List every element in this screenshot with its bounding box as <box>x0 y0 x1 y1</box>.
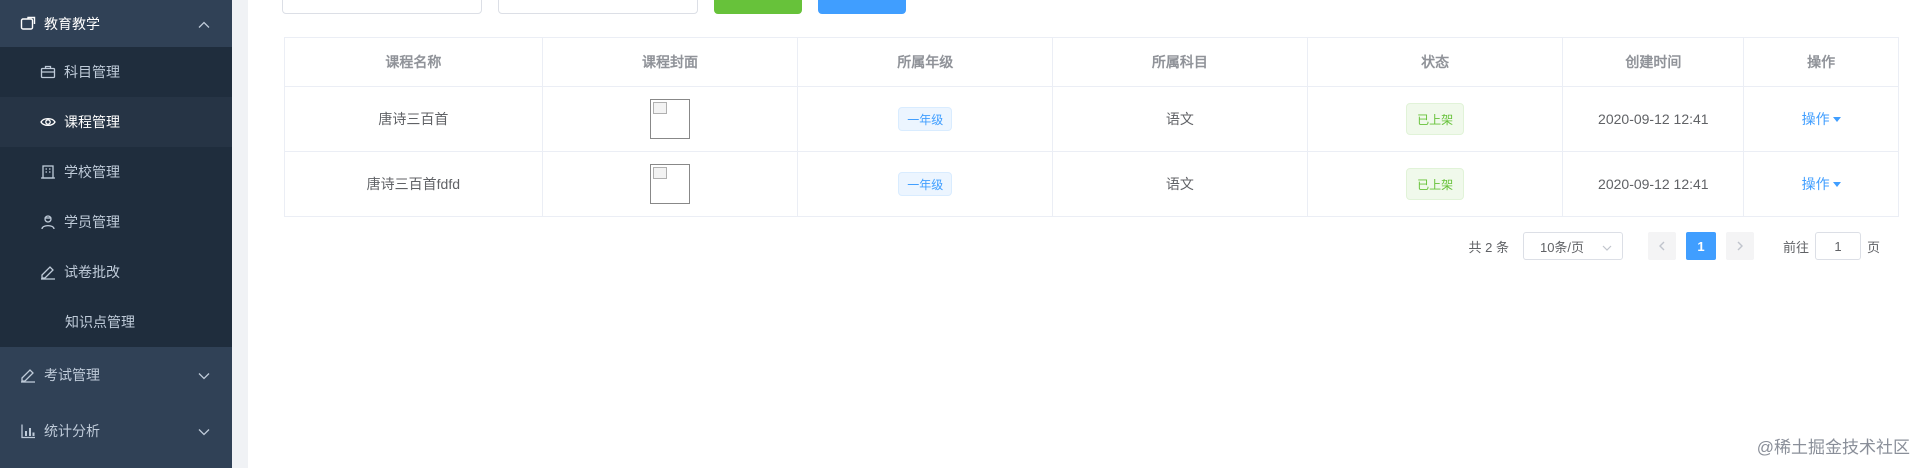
sidebar-item-subjects[interactable]: 科目管理 <box>0 47 232 97</box>
goto-unit: 页 <box>1866 239 1880 255</box>
caret-down-icon <box>1832 181 1841 187</box>
sidebar-item-label: 学校管理 <box>64 164 120 180</box>
briefcase-icon <box>40 64 56 80</box>
pagination: 共 2 条 10条/页 1 前往 1 页 <box>1468 232 1880 260</box>
created-time: 2020-09-12 12:41 <box>1563 87 1745 151</box>
user-icon <box>40 214 56 230</box>
actions-label: 操作 <box>1801 176 1830 192</box>
page-number-current[interactable]: 1 <box>1685 232 1716 260</box>
chart-icon <box>20 423 36 439</box>
actions-cell: 操作 <box>1744 152 1898 216</box>
course-name-search-input[interactable] <box>282 0 482 14</box>
menu-group-label: 统计分析 <box>44 423 100 439</box>
status-cell: 已上架 <box>1308 87 1564 151</box>
sidebar-item-label: 课程管理 <box>64 114 120 130</box>
status-badge: 已上架 <box>1406 168 1465 200</box>
main-area: 课程名称 课程封面 所属年级 所属科目 状态 创建时间 操作 唐诗三百首 一年级… <box>232 0 1920 468</box>
prev-page-button[interactable] <box>1647 232 1676 260</box>
header-grade: 所属年级 <box>798 38 1054 86</box>
page-size-select[interactable]: 10条/页 <box>1522 232 1623 260</box>
edit-icon <box>40 264 56 280</box>
subject-cell: 语文 <box>1053 87 1308 151</box>
sidebar-item-label: 学员管理 <box>64 214 120 230</box>
broken-image-icon <box>650 164 691 204</box>
chevron-down-icon <box>1602 239 1612 254</box>
table-row: 唐诗三百首fdfd 一年级 语文 已上架 2020-09-12 12:41 操作 <box>285 152 1898 216</box>
course-name: 唐诗三百首 <box>285 87 543 151</box>
menu-group-education[interactable]: 教育教学 <box>0 0 232 47</box>
menu-group-statistics[interactable]: 统计分析 <box>0 403 232 459</box>
goto-page: 前往 1 页 <box>1783 232 1880 260</box>
goto-page-input[interactable]: 1 <box>1814 232 1861 260</box>
grade-tag: 一年级 <box>898 172 953 196</box>
status-badge: 已上架 <box>1406 103 1465 135</box>
created-time: 2020-09-12 12:41 <box>1563 152 1745 216</box>
header-subject: 所属科目 <box>1053 38 1308 86</box>
table-row: 唐诗三百首 一年级 语文 已上架 2020-09-12 12:41 操作 <box>285 87 1898 152</box>
chevron-down-icon <box>198 423 210 439</box>
building-icon <box>40 164 56 180</box>
header-cover: 课程封面 <box>543 38 799 86</box>
sidebar: 教育教学 科目管理 课程管理 学校管理 学员管理 试卷批改 知识点管理 考试管理… <box>0 0 232 468</box>
header-course-name: 课程名称 <box>285 38 543 86</box>
sidebar-item-knowledge[interactable]: 知识点管理 <box>0 297 232 347</box>
menu-group-label: 考试管理 <box>44 367 100 383</box>
grade-search-input[interactable] <box>498 0 698 14</box>
sidebar-item-schools[interactable]: 学校管理 <box>0 147 232 197</box>
watermark: @稀土掘金技术社区 <box>1756 438 1910 457</box>
subject-cell: 语文 <box>1053 152 1308 216</box>
chevron-up-icon <box>198 16 210 32</box>
eye-icon <box>40 114 56 130</box>
menu-group-label: 教育教学 <box>44 15 100 32</box>
exam-icon <box>20 367 36 383</box>
header-actions: 操作 <box>1807 54 1836 70</box>
menu-group-exams[interactable]: 考试管理 <box>0 347 232 403</box>
submenu: 科目管理 课程管理 学校管理 学员管理 试卷批改 知识点管理 <box>0 47 232 347</box>
chevron-down-icon <box>198 367 210 383</box>
header-status: 状态 <box>1308 38 1564 86</box>
total-count: 共 2 条 <box>1468 239 1509 255</box>
cover-cell <box>543 87 799 151</box>
actions-label: 操作 <box>1801 111 1830 127</box>
course-name: 唐诗三百首fdfd <box>285 152 543 216</box>
header-created: 创建时间 <box>1563 38 1745 86</box>
course-table: 课程名称 课程封面 所属年级 所属科目 状态 创建时间 操作 唐诗三百首 一年级… <box>284 37 1899 217</box>
content-card: 课程名称 课程封面 所属年级 所属科目 状态 创建时间 操作 唐诗三百首 一年级… <box>248 0 1920 468</box>
sidebar-item-courses[interactable]: 课程管理 <box>0 97 232 147</box>
cover-cell <box>543 152 799 216</box>
actions-cell: 操作 <box>1744 87 1898 151</box>
caret-down-icon <box>1832 116 1841 122</box>
page-size-value: 10条/页 <box>1539 239 1585 255</box>
sidebar-item-label: 试卷批改 <box>64 264 120 280</box>
broken-image-icon <box>650 99 691 139</box>
actions-dropdown[interactable]: 操作 <box>1802 174 1841 194</box>
search-button[interactable] <box>714 0 802 14</box>
education-icon <box>20 16 36 32</box>
search-toolbar <box>282 0 922 14</box>
next-page-button[interactable] <box>1725 232 1754 260</box>
sidebar-item-students[interactable]: 学员管理 <box>0 197 232 247</box>
grade-cell: 一年级 <box>798 152 1054 216</box>
add-button[interactable] <box>818 0 906 14</box>
grade-cell: 一年级 <box>798 87 1054 151</box>
grade-tag: 一年级 <box>898 107 953 131</box>
sidebar-item-label: 科目管理 <box>64 64 120 80</box>
actions-dropdown[interactable]: 操作 <box>1802 109 1841 129</box>
sidebar-item-label: 知识点管理 <box>65 314 135 330</box>
sidebar-item-grading[interactable]: 试卷批改 <box>0 247 232 297</box>
status-cell: 已上架 <box>1308 152 1564 216</box>
goto-label: 前往 <box>1782 239 1809 255</box>
table-header: 课程名称 课程封面 所属年级 所属科目 状态 创建时间 操作 <box>285 38 1898 87</box>
